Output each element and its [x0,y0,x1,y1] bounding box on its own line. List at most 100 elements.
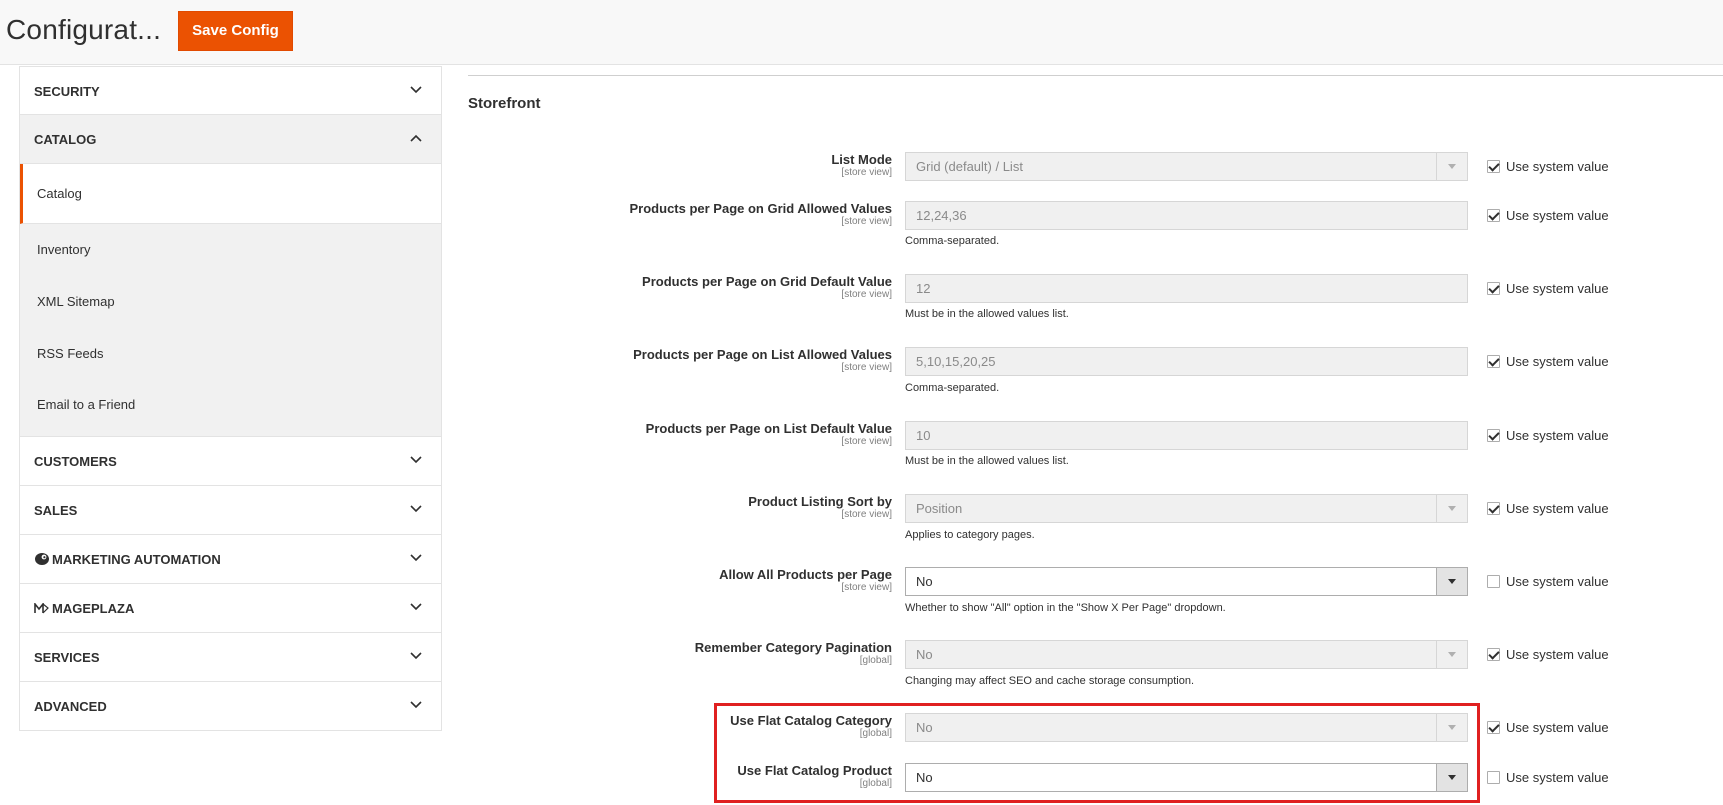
section-title[interactable]: Storefront [468,95,541,112]
use-system-value-checkbox[interactable]: Use system value [1487,574,1609,589]
field-label-text: Products per Page on List Allowed Values [633,347,892,362]
field-scope: [store view] [841,216,892,227]
chevron-down-icon [410,554,422,562]
field-label-text: Products per Page on Grid Default Value [642,274,892,289]
sidebar-section-customers[interactable]: CUSTOMERS [19,437,442,486]
checkbox-icon [1487,282,1500,295]
field-note: Applies to category pages. [905,529,1035,541]
use-system-label: Use system value [1506,720,1609,735]
sidebar-section-sales[interactable]: SALES [19,486,442,535]
input-value: 10 [916,428,931,443]
dropdown-arrow-icon [1436,495,1467,522]
field-note: Comma-separated. [905,382,1000,394]
field-note: Must be in the allowed values list. [905,308,1069,320]
field-label-text: Allow All Products per Page [719,567,892,582]
mageplaza-logo-icon [34,603,49,614]
page-header: Configurat... Save Config [0,0,1723,65]
field-note: Must be in the allowed values list. [905,455,1069,467]
sidebar-item-email-to-friend[interactable]: Email to a Friend [20,380,441,436]
catalog-subnav: Catalog Inventory XML Sitemap RSS Feeds … [19,164,442,437]
config-sidebar: SECURITY CATALOG Catalog Inventory XML S… [19,66,442,731]
save-config-button[interactable]: Save Config [178,11,293,51]
chevron-down-icon [410,603,422,611]
sidebar-section-label: CUSTOMERS [34,454,117,469]
field-note: Changing may affect SEO and cache storag… [905,675,1195,687]
sidebar-section-label: CATALOG [34,132,97,147]
list-default-value-input[interactable]: 10 [905,421,1468,450]
sort-by-select[interactable]: Position [905,494,1468,523]
use-system-label: Use system value [1506,281,1609,296]
sidebar-item-rss-feeds[interactable]: RSS Feeds [20,328,441,380]
use-system-label: Use system value [1506,501,1609,516]
use-system-value-checkbox[interactable]: Use system value [1487,647,1609,662]
field-scope: [store view] [841,362,892,373]
dropdown-arrow-icon [1436,568,1467,595]
section-divider [468,75,1723,76]
use-system-value-checkbox[interactable]: Use system value [1487,428,1609,443]
sidebar-section-advanced[interactable]: ADVANCED [19,682,442,731]
dropdown-arrow-icon [1436,641,1467,668]
input-value: 12,24,36 [916,208,967,223]
chevron-down-icon [410,701,422,709]
checkbox-icon [1487,355,1500,368]
field-scope: [store view] [841,509,892,520]
use-system-label: Use system value [1506,208,1609,223]
checkbox-icon [1487,575,1500,588]
select-value: Position [916,501,963,516]
sidebar-section-label: MARKETING AUTOMATION [52,552,221,567]
field-label: Products per Page on Grid Default Value … [468,274,892,300]
remember-pagination-select[interactable]: No [905,640,1468,669]
sidebar-item-catalog[interactable]: Catalog [20,164,441,224]
highlight-box [714,703,1480,803]
checkbox-icon [1487,429,1500,442]
use-system-value-checkbox[interactable]: Use system value [1487,281,1609,296]
sidebar-section-label: SALES [34,503,78,518]
chevron-down-icon [410,86,422,94]
grid-allowed-values-input[interactable]: 12,24,36 [905,201,1468,230]
use-system-label: Use system value [1506,574,1609,589]
use-system-label: Use system value [1506,647,1609,662]
sidebar-section-label: ADVANCED [34,699,107,714]
use-system-value-checkbox[interactable]: Use system value [1487,720,1609,735]
field-label: List Mode [store view] [468,152,892,178]
sidebar-section-services[interactable]: SERVICES [19,633,442,682]
use-system-value-checkbox[interactable]: Use system value [1487,354,1609,369]
sidebar-section-marketing-automation[interactable]: MARKETING AUTOMATION [19,535,442,584]
chevron-down-icon [410,505,422,513]
sidebar-section-catalog[interactable]: CATALOG [19,115,442,164]
grid-default-value-input[interactable]: 12 [905,274,1468,303]
allow-all-products-select[interactable]: No [905,567,1468,596]
field-label: Product Listing Sort by [store view] [468,494,892,520]
field-scope: [store view] [841,582,892,593]
list-mode-select[interactable]: Grid (default) / List [905,152,1468,181]
use-system-value-checkbox[interactable]: Use system value [1487,208,1609,223]
sidebar-section-label: SECURITY [34,84,100,99]
use-system-value-checkbox[interactable]: Use system value [1487,770,1609,785]
sidebar-item-inventory[interactable]: Inventory [20,224,441,276]
use-system-value-checkbox[interactable]: Use system value [1487,159,1609,174]
list-allowed-values-input[interactable]: 5,10,15,20,25 [905,347,1468,376]
field-label-text: Product Listing Sort by [748,494,892,509]
checkbox-icon [1487,648,1500,661]
use-system-value-checkbox[interactable]: Use system value [1487,501,1609,516]
chevron-up-icon [410,134,422,142]
field-scope: [global] [859,655,892,666]
chevron-down-icon [410,652,422,660]
checkbox-icon [1487,160,1500,173]
field-label-text: Products per Page on Grid Allowed Values [629,201,892,216]
dropdown-arrow-icon [1436,153,1467,180]
sidebar-item-xml-sitemap[interactable]: XML Sitemap [20,276,441,328]
checkbox-icon [1487,721,1500,734]
field-label-text: Remember Category Pagination [694,640,892,655]
input-value: 12 [916,281,931,296]
use-system-label: Use system value [1506,428,1609,443]
config-main: Storefront List Mode [store view] Grid (… [468,66,1723,805]
select-value: Grid (default) / List [916,159,1023,174]
use-system-label: Use system value [1506,770,1609,785]
checkbox-icon [1487,209,1500,222]
field-scope: [store view] [841,289,892,300]
sidebar-section-mageplaza[interactable]: MAGEPLAZA [19,584,442,633]
sidebar-section-label: MAGEPLAZA [52,601,135,616]
sidebar-section-security[interactable]: SECURITY [19,66,442,115]
field-label-text: Products per Page on List Default Value [645,421,892,436]
